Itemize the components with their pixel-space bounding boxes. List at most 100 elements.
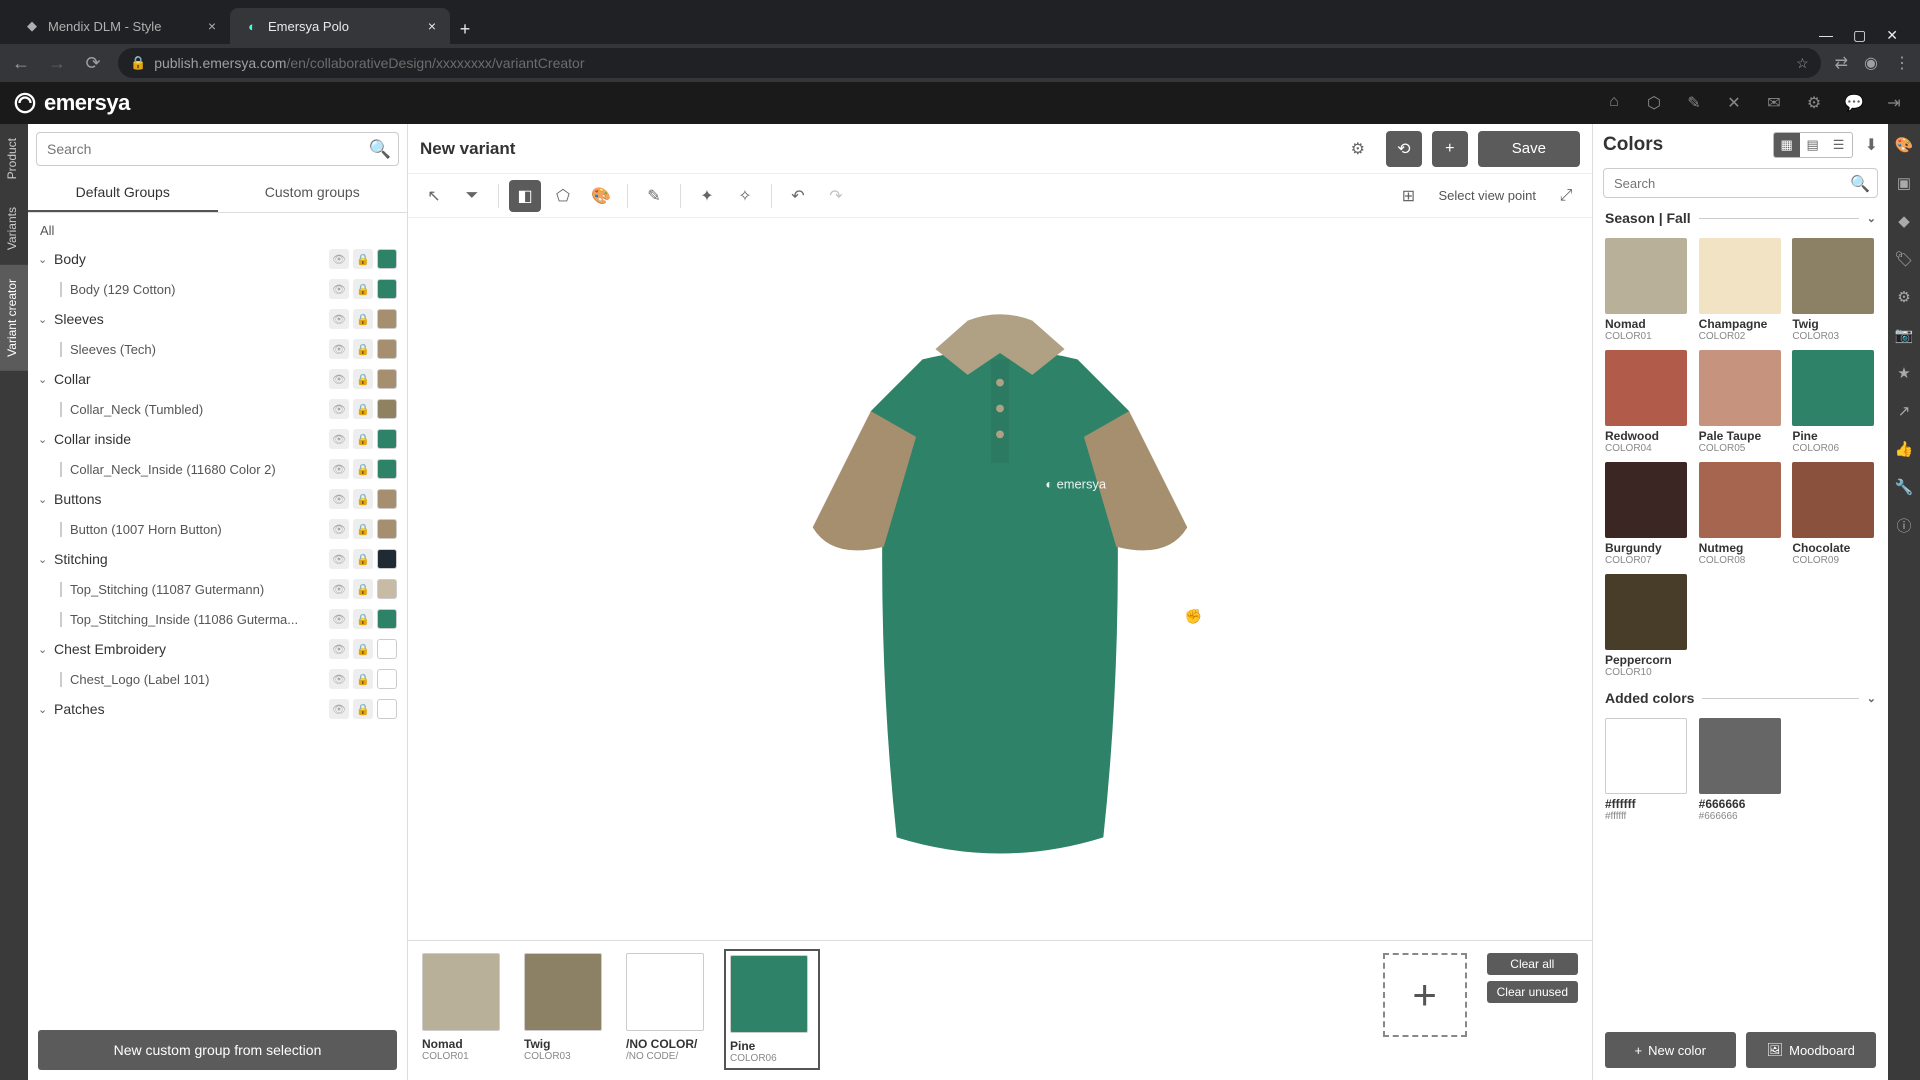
expand-icon[interactable]: ⇥ — [1882, 93, 1906, 113]
color-card[interactable]: Pine COLOR06 — [1792, 350, 1876, 454]
paint-tool-icon[interactable]: 🎨 — [585, 180, 617, 212]
profile-icon[interactable]: ◉ — [1864, 53, 1878, 73]
lock-icon[interactable]: 🔒 — [353, 249, 373, 269]
browser-tab-active[interactable]: ◐ Emersya Polo × — [230, 8, 450, 44]
lock-icon[interactable]: 🔒 — [353, 459, 373, 479]
redo-icon[interactable]: ↷ — [820, 180, 852, 212]
new-tab-button[interactable]: + — [450, 14, 480, 44]
star-icon[interactable]: ★ — [1888, 358, 1920, 388]
fullscreen-icon[interactable]: ⤢ — [1550, 180, 1582, 212]
color-swatch[interactable] — [377, 369, 397, 389]
group-header[interactable]: ⌄ Stitching 👁 🔒 — [38, 544, 397, 574]
lock-icon[interactable]: 🔒 — [353, 399, 373, 419]
color-card[interactable]: Nomad COLOR01 — [1605, 238, 1689, 342]
browser-tab-inactive[interactable]: ◆ Mendix DLM - Style × — [10, 8, 230, 44]
lock-icon[interactable]: 🔒 — [353, 369, 373, 389]
clear-unused-button[interactable]: Clear unused — [1487, 981, 1578, 1003]
download-icon[interactable]: ⬇ — [1865, 135, 1878, 155]
wrench-icon[interactable]: 🔧 — [1888, 472, 1920, 502]
minimize-icon[interactable]: — — [1819, 27, 1833, 44]
tab-default-groups[interactable]: Default Groups — [28, 174, 218, 212]
color-swatch[interactable] — [377, 489, 397, 509]
group-item[interactable]: Button (1007 Horn Button) 👁 🔒 — [38, 514, 397, 544]
visibility-icon[interactable]: 👁 — [329, 309, 349, 329]
new-color-button[interactable]: +New color — [1605, 1032, 1736, 1068]
group-header[interactable]: ⌄ Collar inside 👁 🔒 — [38, 424, 397, 454]
undo-icon[interactable]: ↶ — [782, 180, 814, 212]
tag-tool-icon[interactable]: ⏷ — [456, 180, 488, 212]
lock-icon[interactable]: 🔒 — [353, 279, 373, 299]
label-icon[interactable]: 🏷 — [1888, 244, 1920, 274]
lock-icon[interactable]: 🔒 — [353, 699, 373, 719]
season-section-header[interactable]: Season | Fall ⌄ — [1593, 206, 1888, 230]
lock-icon[interactable]: 🔒 — [353, 579, 373, 599]
visibility-icon[interactable]: 👁 — [329, 699, 349, 719]
color-card[interactable]: Twig COLOR03 — [1792, 238, 1876, 342]
lock-icon[interactable]: 🔒 — [353, 639, 373, 659]
groups-search-input[interactable] — [36, 132, 399, 166]
visibility-icon[interactable]: 👁 — [329, 609, 349, 629]
chat-icon[interactable]: 💬 — [1842, 93, 1866, 113]
settings-icon[interactable]: ⚙ — [1340, 131, 1376, 167]
grid-small-icon[interactable]: ▤ — [1800, 133, 1826, 157]
group-header[interactable]: ⌄ Chest Embroidery 👁 🔒 — [38, 634, 397, 664]
color-swatch[interactable] — [377, 339, 397, 359]
forward-icon[interactable]: → — [46, 53, 68, 74]
visibility-icon[interactable]: 👁 — [329, 519, 349, 539]
color-swatch[interactable] — [377, 399, 397, 419]
visibility-icon[interactable]: 👁 — [329, 369, 349, 389]
visibility-icon[interactable]: 👁 — [329, 279, 349, 299]
visibility-icon[interactable]: 👁 — [329, 399, 349, 419]
color-swatch[interactable] — [377, 519, 397, 539]
lock-icon[interactable]: 🔒 — [353, 519, 373, 539]
color-swatch[interactable] — [377, 309, 397, 329]
color-swatch[interactable] — [377, 609, 397, 629]
search-icon[interactable]: 🔍 — [1850, 174, 1870, 194]
visibility-icon[interactable]: 👁 — [329, 549, 349, 569]
color-swatch[interactable] — [377, 669, 397, 689]
color-card[interactable]: Pale Taupe COLOR05 — [1699, 350, 1783, 454]
save-button[interactable]: Save — [1478, 131, 1580, 167]
all-label[interactable]: All — [38, 217, 397, 244]
color-swatch[interactable] — [377, 639, 397, 659]
visibility-icon[interactable]: 👁 — [329, 429, 349, 449]
group-header[interactable]: ⌄ Sleeves 👁 🔒 — [38, 304, 397, 334]
color-card[interactable]: Champagne COLOR02 — [1699, 238, 1783, 342]
group-item[interactable]: Chest_Logo (Label 101) 👁 🔒 — [38, 664, 397, 694]
used-color-swatch[interactable]: Nomad COLOR01 — [422, 953, 510, 1062]
list-view-icon[interactable]: ☰ — [1826, 133, 1852, 157]
close-icon[interactable]: × — [208, 18, 216, 34]
group-header[interactable]: ⌄ Body 👁 🔒 — [38, 244, 397, 274]
wand-tool-icon[interactable]: ✦ — [691, 180, 723, 212]
color-swatch[interactable] — [377, 579, 397, 599]
lock-icon[interactable]: 🔒 — [353, 609, 373, 629]
reload-icon[interactable]: ⟳ — [82, 53, 104, 74]
visibility-icon[interactable]: 👁 — [329, 669, 349, 689]
rail-product[interactable]: Product — [0, 124, 28, 193]
add-color-button[interactable]: + — [1383, 953, 1467, 1037]
group-header[interactable]: ⌄ Patches 👁 🔒 — [38, 694, 397, 724]
grid-icon[interactable]: ⊞ — [1392, 180, 1424, 212]
polo-model[interactable]: ◐ emersya — [740, 269, 1260, 889]
new-custom-group-button[interactable]: New custom group from selection — [38, 1030, 397, 1070]
close-window-icon[interactable]: ✕ — [1886, 27, 1898, 44]
close-icon[interactable]: × — [428, 18, 436, 34]
rotate-tool-icon[interactable]: ⬠ — [547, 180, 579, 212]
viewport-3d[interactable]: ◐ emersya ✊ — [408, 218, 1592, 940]
visibility-icon[interactable]: 👁 — [329, 639, 349, 659]
lock-icon[interactable]: 🔒 — [353, 489, 373, 509]
home-icon[interactable]: ⌂ — [1602, 93, 1626, 113]
eyedropper-tool-icon[interactable]: ✎ — [638, 180, 670, 212]
lock-icon[interactable]: 🔒 — [353, 429, 373, 449]
used-color-swatch[interactable]: /NO COLOR/ /NO CODE/ — [626, 953, 714, 1062]
group-item[interactable]: Collar_Neck (Tumbled) 👁 🔒 — [38, 394, 397, 424]
visibility-icon[interactable]: 👁 — [329, 459, 349, 479]
clear-all-button[interactable]: Clear all — [1487, 953, 1578, 975]
group-item[interactable]: Collar_Neck_Inside (11680 Color 2) 👁 🔒 — [38, 454, 397, 484]
url-bar[interactable]: 🔒 publish.emersya.com/en/collaborativeDe… — [118, 48, 1821, 78]
rail-variants[interactable]: Variants — [0, 193, 28, 264]
rail-variant-creator[interactable]: Variant creator — [0, 265, 28, 371]
thumbs-icon[interactable]: 👍 — [1888, 434, 1920, 464]
search-icon[interactable]: 🔍 — [369, 139, 391, 160]
translate-icon[interactable]: ⇄ — [1835, 53, 1848, 73]
